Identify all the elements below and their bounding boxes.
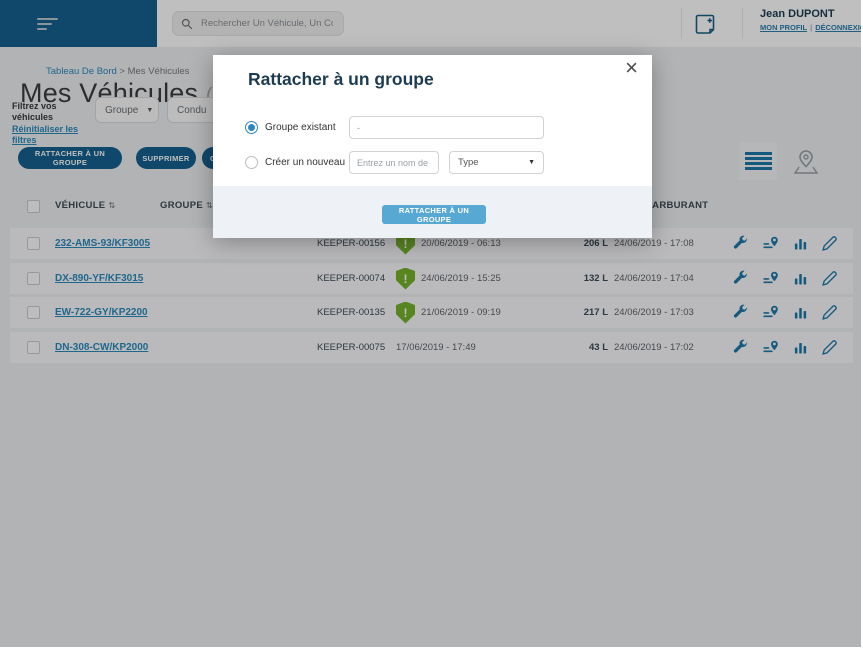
- modal-footer: RATTACHER À UN GROUPE: [213, 186, 652, 238]
- group-type-select[interactable]: Type ▼: [449, 151, 544, 174]
- existing-group-label: Groupe existant: [265, 122, 349, 133]
- modal-title: Rattacher à un groupe: [248, 69, 434, 90]
- group-type-label: Type: [458, 157, 479, 168]
- modal-attach-button[interactable]: RATTACHER À UN GROUPE: [382, 205, 486, 224]
- chevron-down-icon: ▼: [528, 159, 535, 166]
- app-window: Jean DUPONT MON PROFIL|DÉCONNEXION Table…: [0, 0, 861, 647]
- new-group-label: Créer un nouveau: [265, 157, 349, 168]
- new-group-name-input[interactable]: [349, 151, 439, 174]
- new-group-radio[interactable]: [245, 156, 258, 169]
- close-icon[interactable]: ×: [625, 57, 638, 79]
- attach-group-modal: Rattacher à un groupe × Groupe existant …: [213, 55, 652, 238]
- existing-group-input[interactable]: [349, 116, 544, 139]
- existing-group-radio[interactable]: [245, 121, 258, 134]
